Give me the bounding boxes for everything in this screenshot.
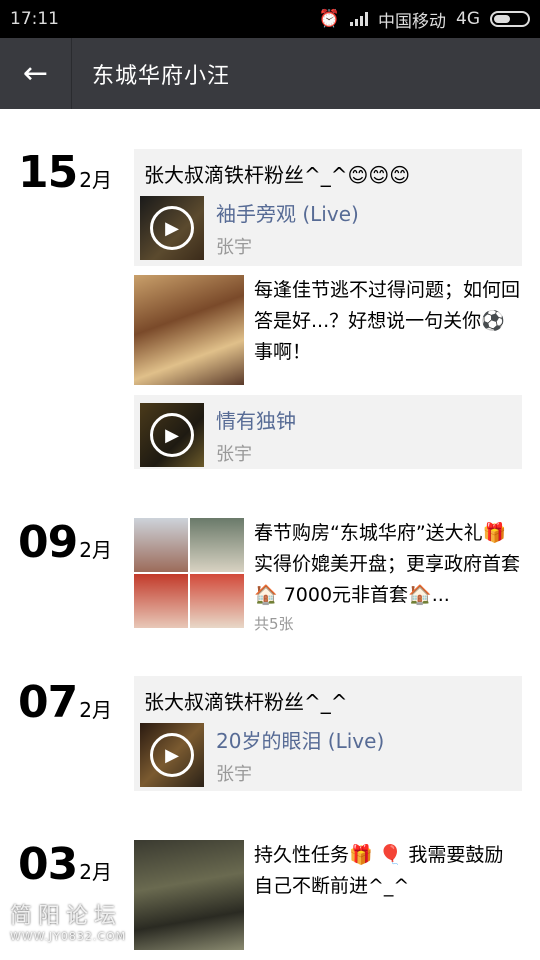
photo-count: 共5张 <box>254 615 294 633</box>
artist-name: 张宇 <box>216 763 252 785</box>
grid-photo[interactable] <box>134 574 188 628</box>
forum-watermark: 简阳论坛 WWW.JY0832.COM <box>10 898 126 943</box>
song-title: 袖手旁观 (Live) <box>216 201 359 226</box>
date-day: 15 <box>18 147 78 198</box>
back-button[interactable]: ← <box>0 38 72 109</box>
date-day: 03 <box>18 839 78 890</box>
battery-icon <box>490 11 530 27</box>
post-photo[interactable] <box>134 840 244 950</box>
post-text: 每逢佳节逃不过得问题；如何回答是好...？好想说一句关你⚽事啊！ <box>254 279 521 363</box>
post-date: 09 2月 <box>18 517 128 568</box>
album-thumbnail: ▶ <box>140 196 204 260</box>
post-text: 张大叔滴铁杆粉丝^_^ <box>144 690 348 714</box>
arrow-left-icon: ← <box>22 56 49 91</box>
title-bar: ← 东城华府小汪 <box>0 38 540 109</box>
album-thumbnail: ▶ <box>140 723 204 787</box>
carrier-label: 中国移动 <box>378 11 446 32</box>
music-item[interactable]: ▶ 20岁的眼泪 (Live) 张宇 <box>134 715 522 795</box>
watermark-url: WWW.JY0832.COM <box>10 930 127 943</box>
photo-grid[interactable] <box>134 518 244 628</box>
post-photo[interactable] <box>134 275 244 385</box>
page-title: 东城华府小汪 <box>92 63 231 89</box>
status-icons: ⏰ 中国移动 4G <box>319 7 530 32</box>
date-month: 2月 <box>79 538 112 562</box>
grid-photo[interactable] <box>190 518 244 572</box>
alarm-icon: ⏰ <box>318 9 340 29</box>
music-item[interactable]: ▶ 袖手旁观 (Live) 张宇 <box>134 188 522 268</box>
artist-name: 张宇 <box>216 236 252 258</box>
post-date: 07 2月 <box>18 677 128 728</box>
music-post-card[interactable]: ▶ 情有独钟 张宇 <box>134 395 522 469</box>
music-post-card[interactable]: 张大叔滴铁杆粉丝^_^ ▶ 20岁的眼泪 (Live) 张宇 <box>134 676 522 791</box>
moments-timeline[interactable]: 15 2月 张大叔滴铁杆粉丝^_^😊😊😊 ▶ 袖手旁观 (Live) 张宇 每逢… <box>0 109 540 960</box>
photo-post[interactable]: 春节购房“东城华府”送大礼🎁实得价媲美开盘；更享政府首套🏠 7000元非首套🏠.… <box>134 518 522 635</box>
post-text: 张大叔滴铁杆粉丝^_^😊😊😊 <box>144 163 411 187</box>
watermark-name: 简阳论坛 <box>10 904 123 929</box>
post-text: 持久性任务🎁 🎈 我需要鼓励自己不断前进^_^ <box>254 844 504 897</box>
signal-icon <box>350 12 368 26</box>
album-thumbnail: ▶ <box>140 403 204 467</box>
post-text: 春节购房“东城华府”送大礼🎁实得价媲美开盘；更享政府首套🏠 7000元非首套🏠.… <box>254 522 521 606</box>
photo-post[interactable]: 每逢佳节逃不过得问题；如何回答是好...？好想说一句关你⚽事啊！ <box>134 275 522 385</box>
post-date: 03 2月 <box>18 839 128 890</box>
date-month: 2月 <box>79 860 112 884</box>
music-post-card[interactable]: 张大叔滴铁杆粉丝^_^😊😊😊 ▶ 袖手旁观 (Live) 张宇 <box>134 149 522 266</box>
status-bar: 17:11 ⏰ 中国移动 4G <box>0 0 540 38</box>
song-title: 情有独钟 <box>216 408 296 433</box>
grid-photo[interactable] <box>190 574 244 628</box>
date-day: 09 <box>18 517 78 568</box>
music-item[interactable]: ▶ 情有独钟 张宇 <box>134 395 522 475</box>
play-icon[interactable]: ▶ <box>150 206 194 250</box>
artist-name: 张宇 <box>216 443 252 465</box>
post-date: 15 2月 <box>18 147 128 198</box>
song-title: 20岁的眼泪 (Live) <box>216 728 385 753</box>
clock: 17:11 <box>10 9 59 29</box>
photo-post[interactable]: 持久性任务🎁 🎈 我需要鼓励自己不断前进^_^ <box>134 840 522 950</box>
date-month: 2月 <box>79 168 112 192</box>
play-icon[interactable]: ▶ <box>150 413 194 457</box>
play-icon[interactable]: ▶ <box>150 733 194 777</box>
network-label: 4G <box>456 9 480 29</box>
grid-photo[interactable] <box>134 518 188 572</box>
date-month: 2月 <box>79 698 112 722</box>
date-day: 07 <box>18 677 78 728</box>
